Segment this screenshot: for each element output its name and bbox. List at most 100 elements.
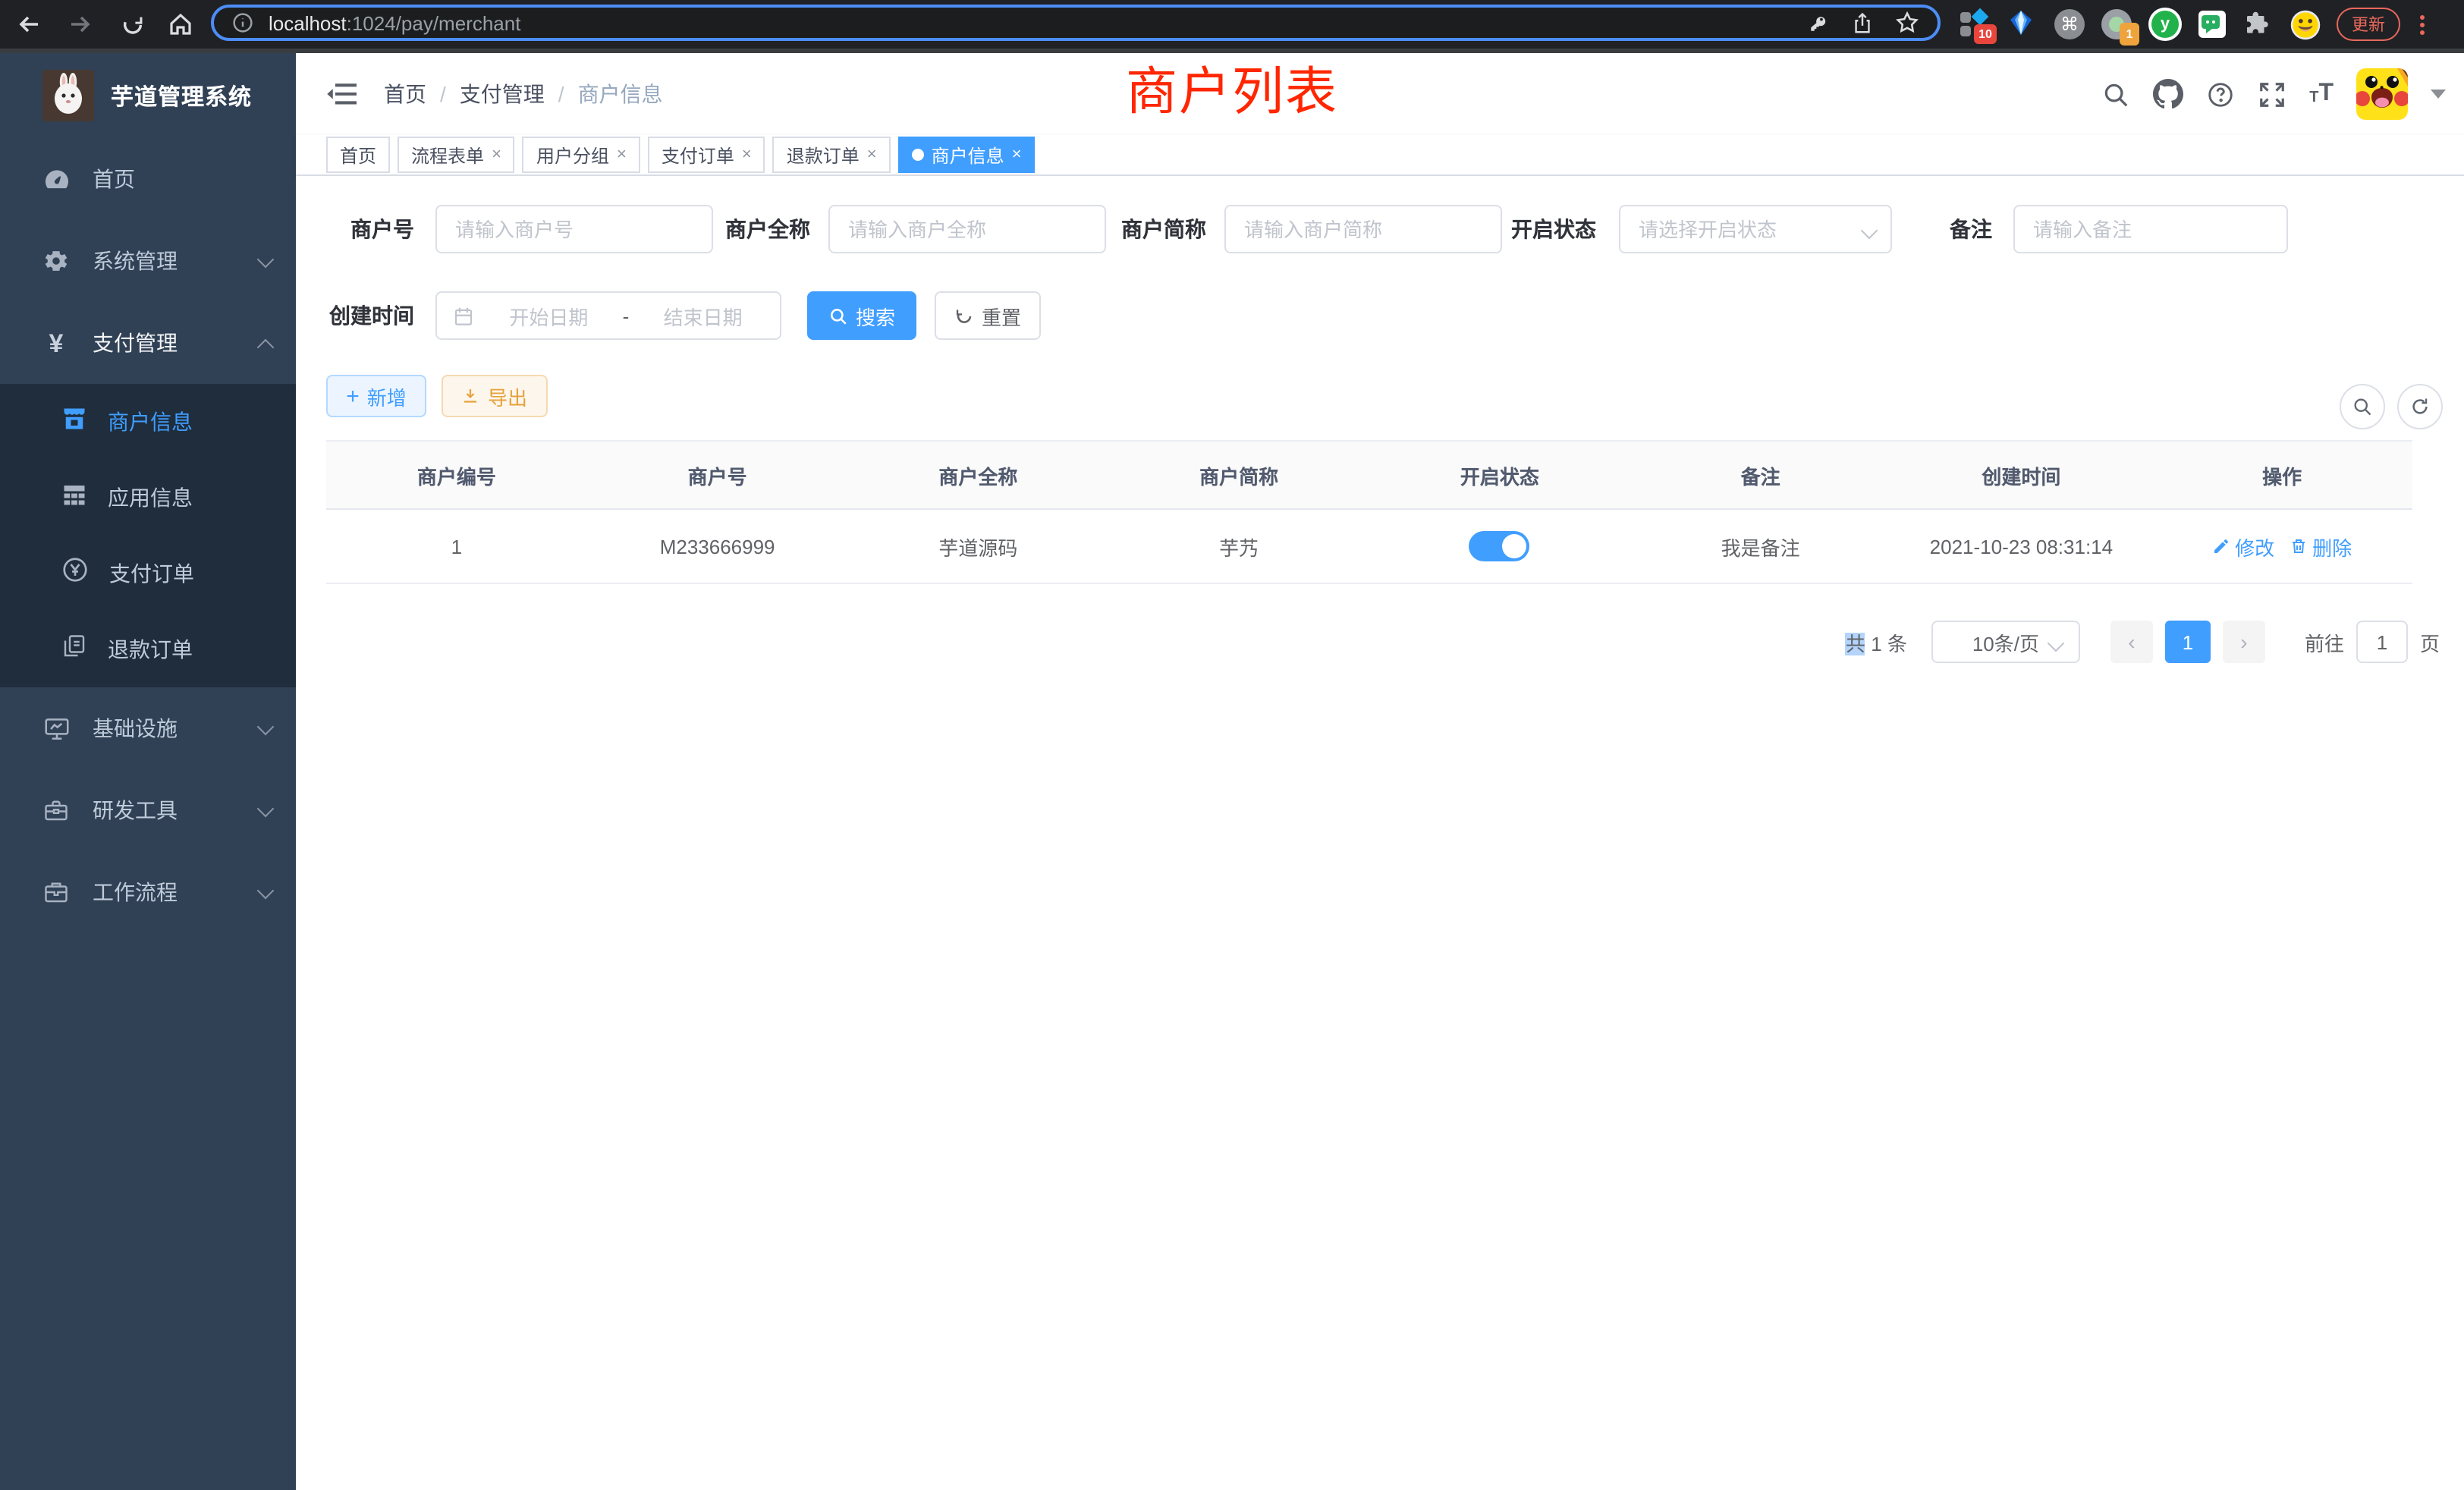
remark-input[interactable] <box>2013 205 2288 253</box>
url-bar[interactable]: localhost:1024/pay/merchant <box>211 5 1941 41</box>
edit-pencil-icon <box>2212 537 2230 555</box>
sidebar-item-infrastructure[interactable]: 基础设施 <box>0 687 296 769</box>
url-host: localhost <box>269 11 347 34</box>
header-search-icon[interactable] <box>2101 80 2130 108</box>
sidebar-item-pay-order[interactable]: 支付订单 <box>0 536 296 611</box>
sidebar-item-workflow[interactable]: 工作流程 <box>0 851 296 933</box>
pagination-total: 共 1 条 <box>1846 627 1907 656</box>
add-button[interactable]: + 新增 <box>326 375 426 417</box>
tab-user-group[interactable]: 用户分组× <box>523 137 640 173</box>
navbar-actions: TT <box>2101 53 2446 135</box>
tab-process-form[interactable]: 流程表单× <box>398 137 515 173</box>
close-icon[interactable]: × <box>1012 146 1022 164</box>
browser-menu-icon[interactable] <box>2420 14 2425 34</box>
status-select-input[interactable] <box>1619 205 1892 253</box>
create-time-range-picker[interactable]: 开始日期 - 结束日期 <box>435 291 781 340</box>
extension-chat-icon[interactable] <box>2198 11 2226 38</box>
sidebar-item-merchant-info[interactable]: 商户信息 <box>0 384 296 460</box>
cell-create-time: 2021-10-23 08:31:14 <box>1891 510 2152 583</box>
breadcrumb-home[interactable]: 首页 <box>384 79 426 109</box>
date-start-placeholder: 开始日期 <box>487 301 611 330</box>
goto-page-input[interactable] <box>2356 621 2408 663</box>
export-button[interactable]: 导出 <box>442 375 548 417</box>
bookmark-star-icon[interactable] <box>1895 11 1919 35</box>
sidebar-item-home[interactable]: 首页 <box>0 138 296 220</box>
profile-emoji-avatar[interactable] <box>2290 9 2320 39</box>
full-name-label: 商户全称 <box>716 205 810 253</box>
create-time-label: 创建时间 <box>308 291 414 340</box>
table-row: 1 M233666999 芋道源码 芋艿 我是备注 2021-10-23 08:… <box>326 510 2412 584</box>
extension-recorder-icon[interactable]: 1 <box>2101 9 2132 39</box>
fullscreen-icon[interactable] <box>2258 80 2286 108</box>
sidebar-item-app-info[interactable]: 应用信息 <box>0 460 296 536</box>
page-size-select[interactable]: 10条/页 <box>1931 621 2080 663</box>
extensions-puzzle-icon[interactable] <box>2242 9 2273 39</box>
extension-y-icon[interactable]: y <box>2148 8 2182 41</box>
extension-gem-icon[interactable] <box>2007 9 2038 39</box>
reset-button[interactable]: 重置 <box>935 291 1041 340</box>
extension-grid-icon[interactable]: 10 <box>1960 9 1991 39</box>
tab-home[interactable]: 首页 <box>326 137 390 173</box>
search-button[interactable]: 搜索 <box>807 291 916 340</box>
col-merchant-id: 商户编号 <box>326 442 587 508</box>
help-icon[interactable] <box>2206 80 2235 108</box>
refresh-table-button[interactable] <box>2397 384 2443 429</box>
tags-view-bar: 首页 流程表单× 用户分组× 支付订单× 退款订单× 商户信息× <box>296 135 2464 176</box>
browser-back-icon[interactable] <box>14 9 44 39</box>
share-icon[interactable] <box>1851 11 1874 34</box>
prev-page-button[interactable]: ‹ <box>2110 621 2153 663</box>
close-icon[interactable]: × <box>742 146 752 164</box>
password-key-icon[interactable] <box>1807 11 1830 34</box>
close-icon[interactable]: × <box>492 146 501 164</box>
sidebar-item-refund-order[interactable]: 退款订单 <box>0 611 296 687</box>
chevron-down-icon <box>257 251 275 269</box>
delete-link[interactable]: 删除 <box>2290 532 2352 561</box>
browser-toolbar: localhost:1024/pay/merchant 10 ⌘ <box>0 0 2464 53</box>
full-name-input[interactable] <box>828 205 1106 253</box>
next-page-button[interactable]: › <box>2223 621 2265 663</box>
cell-remark: 我是备注 <box>1630 510 1891 583</box>
refund-icon <box>61 632 88 667</box>
date-end-placeholder: 结束日期 <box>641 301 765 330</box>
browser-update-button[interactable]: 更新 <box>2337 8 2400 41</box>
tab-pay-order[interactable]: 支付订单× <box>648 137 765 173</box>
breadcrumb-payment[interactable]: 支付管理 <box>460 79 545 109</box>
edit-link[interactable]: 修改 <box>2212 532 2274 561</box>
status-select[interactable] <box>1619 205 1892 253</box>
show-search-toggle-button[interactable] <box>2340 384 2385 429</box>
table-header-row: 商户编号 商户号 商户全称 商户简称 开启状态 备注 创建时间 操作 <box>326 442 2412 510</box>
remark-label: 备注 <box>1901 205 1992 253</box>
extension-badge: 10 <box>1974 24 1997 44</box>
chevron-down-icon <box>257 882 275 900</box>
browser-home-icon[interactable] <box>165 9 196 39</box>
sidebar-toggle-icon[interactable] <box>326 79 357 109</box>
merchant-no-input[interactable] <box>435 205 713 253</box>
briefcase-icon <box>41 879 71 906</box>
col-remark: 备注 <box>1630 442 1891 508</box>
browser-reload-icon[interactable] <box>117 9 147 39</box>
merchant-table: 商户编号 商户号 商户全称 商户简称 开启状态 备注 创建时间 操作 1 M23… <box>326 440 2412 584</box>
status-toggle[interactable] <box>1469 531 1530 561</box>
github-icon[interactable] <box>2153 79 2183 109</box>
dashboard-icon <box>41 165 71 193</box>
site-info-icon[interactable] <box>232 12 253 33</box>
short-name-label: 商户简称 <box>1100 205 1206 253</box>
sidebar-logo[interactable]: 芋道管理系统 <box>0 53 296 138</box>
sidebar-item-payment[interactable]: ¥ 支付管理 <box>0 302 296 384</box>
sidebar-item-dev-tools[interactable]: 研发工具 <box>0 769 296 851</box>
user-avatar[interactable] <box>2356 68 2408 120</box>
font-size-icon[interactable]: TT <box>2309 82 2334 106</box>
close-icon[interactable]: × <box>867 146 877 164</box>
tab-merchant-info[interactable]: 商户信息× <box>898 137 1036 173</box>
page-number-1[interactable]: 1 <box>2165 621 2211 663</box>
short-name-input[interactable] <box>1224 205 1502 253</box>
sidebar-item-system[interactable]: 系统管理 <box>0 220 296 302</box>
tab-refund-order[interactable]: 退款订单× <box>773 137 891 173</box>
avatar-dropdown-caret[interactable] <box>2431 90 2446 99</box>
close-icon[interactable]: × <box>617 146 627 164</box>
page-annotation-title: 商户列表 <box>1126 50 1338 124</box>
toolbox-icon <box>41 797 71 824</box>
sidebar: 芋道管理系统 首页 系统管理 ¥ 支付管理 商户信息 应用信息 <box>0 53 296 1490</box>
browser-forward-icon[interactable] <box>65 9 96 39</box>
extension-command-icon[interactable]: ⌘ <box>2054 9 2085 39</box>
